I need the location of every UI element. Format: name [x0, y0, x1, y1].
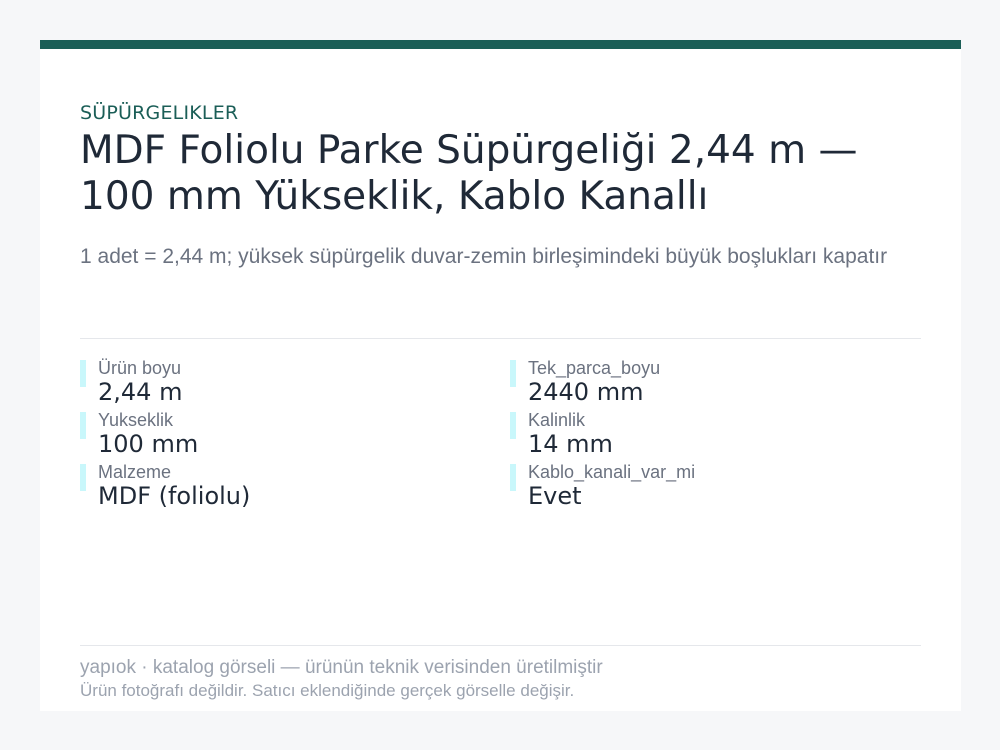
spec-item-urun-boyu: Ürün boyu 2,44 m [80, 358, 510, 410]
spec-marker [80, 412, 86, 439]
spec-value: 14 mm [528, 430, 613, 458]
footer-line-1: yapıok · katalog görseli — ürünün teknik… [80, 657, 603, 678]
spec-item-kablo-kanali: Kablo_kanali_var_mi Evet [510, 462, 921, 514]
spec-item-tek-parca-boyu: Tek_parca_boyu 2440 mm [510, 358, 921, 410]
spec-value: 100 mm [98, 430, 199, 458]
category-label: SÜPÜRGELIKLER [80, 102, 239, 124]
spec-value: MDF (foliolu) [98, 482, 251, 510]
card-content: SÜPÜRGELIKLER MDF Foliolu Parke Süpürgel… [80, 40, 921, 711]
spec-marker [80, 464, 86, 491]
spec-grid: Ürün boyu 2,44 m Tek_parca_boyu 2440 mm … [80, 358, 921, 514]
product-title: MDF Foliolu Parke Süpürgeliği 2,44 m — 1… [80, 128, 858, 219]
spec-marker [80, 360, 86, 387]
spec-item-malzeme: Malzeme MDF (foliolu) [80, 462, 510, 514]
divider-top [80, 338, 921, 339]
spec-marker [510, 464, 516, 491]
product-subtitle: 1 adet = 2,44 m; yüksek süpürgelik duvar… [80, 245, 888, 268]
spec-item-kalinlik: Kalinlik 14 mm [510, 410, 921, 462]
spec-label: Tek_parca_boyu [528, 358, 661, 378]
spec-marker [510, 360, 516, 387]
footer-line-2: Ürün fotoğrafı değildir. Satıcı eklendiğ… [80, 681, 575, 700]
spec-marker [510, 412, 516, 439]
spec-label: Malzeme [98, 462, 172, 482]
footer: yapıok · katalog görseli — ürünün teknik… [80, 656, 921, 702]
spec-label: Ürün boyu [98, 358, 182, 378]
spec-label: Yukseklik [98, 410, 174, 430]
divider-bottom [80, 645, 921, 646]
spec-label: Kalinlik [528, 410, 586, 430]
spec-label: Kablo_kanali_var_mi [528, 462, 696, 482]
product-card: SÜPÜRGELIKLER MDF Foliolu Parke Süpürgel… [40, 40, 961, 711]
spec-value: Evet [528, 482, 582, 510]
spec-item-yukseklik: Yukseklik 100 mm [80, 410, 510, 462]
spec-value: 2440 mm [528, 378, 644, 406]
spec-value: 2,44 m [98, 378, 183, 406]
